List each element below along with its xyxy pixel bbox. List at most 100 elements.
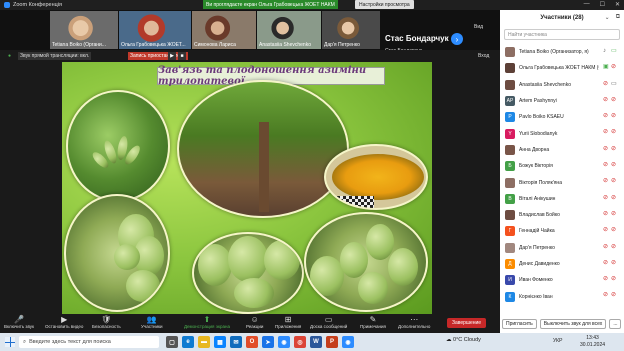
camera-off-icon[interactable]: ⊘ [611, 129, 618, 136]
participant-search-input[interactable]: Найти участника [504, 29, 620, 40]
chrome-icon[interactable]: ◎ [294, 336, 306, 348]
windows-taskbar: ⌕ Введите здесь текст для поиска ▢ e ▬ ▦ … [0, 333, 624, 351]
video-tile[interactable]: Tetiana Boiko (Органи... [50, 11, 118, 49]
camera-off-icon[interactable]: ⊘ [611, 244, 618, 251]
participant-row[interactable]: Ольга Грабовецька ЖОЕТ НАКМ (Ор... ▣⊘ [500, 60, 624, 76]
participant-row[interactable]: AP Artem Pashynnyi ⊘ ⊘ [500, 93, 624, 109]
mic-off-icon[interactable]: ⊘ [603, 227, 608, 234]
minimize-button[interactable]: — [584, 1, 590, 8]
avatar: P [505, 112, 515, 123]
stop-video-button[interactable]: ▶ Остановить видео [45, 315, 83, 329]
apps-button[interactable]: ⊞ Приложения [275, 315, 301, 329]
view-options-button[interactable]: Настройки просмотра [355, 0, 414, 9]
language-indicator[interactable]: УКР [553, 338, 562, 344]
weather-widget[interactable]: ☁ 0°C Cloudy [446, 337, 481, 343]
notes-button[interactable]: ✎ Примечания [360, 315, 386, 329]
mic-off-icon[interactable]: ⊘ [603, 146, 608, 153]
next-page-button[interactable]: › [451, 33, 463, 45]
video-tile[interactable]: Ольга Грабовецька ЖОЕТ... [119, 11, 191, 49]
stop-icon[interactable]: ■ [178, 52, 186, 60]
video-tile[interactable]: Симонова Лариса [192, 11, 256, 49]
camera-off-icon[interactable]: ⊘ [611, 227, 618, 234]
video-tile[interactable]: Anastasiia Shevchenko [257, 11, 321, 49]
participant-row[interactable]: Вікторія Поляк'яна ⊘ ⊘ [500, 174, 624, 190]
windows-start-icon[interactable] [5, 337, 15, 347]
view-button[interactable]: Вид [474, 24, 483, 30]
store-icon[interactable]: ▦ [214, 336, 226, 348]
explorer-icon[interactable]: ▬ [198, 336, 210, 348]
camera-off-icon[interactable]: ⊘ [611, 178, 618, 185]
end-meeting-button[interactable]: Завершение [447, 318, 487, 328]
unmute-button[interactable]: 🎤 Включить звук [4, 315, 34, 329]
participant-row[interactable]: В Віталі Анікушин ⊘ ⊘ [500, 191, 624, 207]
more-button[interactable]: ... [609, 319, 622, 329]
participant-name: Artem Pashynnyi [519, 98, 557, 105]
participant-row[interactable]: Tetiana Boiko (Организатор, я) ♪ ▭ [500, 44, 624, 60]
camera-off-icon[interactable]: ⊘ [611, 97, 618, 104]
participant-row[interactable]: Дар'я Петренко ⊘ ⊘ [500, 240, 624, 256]
invite-button[interactable]: Пригласить [502, 319, 537, 329]
mic-off-icon[interactable]: ⊘ [603, 178, 608, 185]
close-button[interactable]: ✕ [615, 1, 620, 8]
chevron-down-icon[interactable]: ⌄ [605, 14, 610, 21]
mic-off-icon[interactable]: ⊘ [603, 211, 608, 218]
telegram-icon[interactable]: ➤ [262, 336, 274, 348]
taskbar-search-input[interactable]: ⌕ Введите здесь текст для поиска [19, 336, 159, 348]
participant-row[interactable]: Анна Дворна ⊘ ⊘ [500, 142, 624, 158]
participant-row[interactable]: P Pavlo Boiko KSAEU ⊘ ⊘ [500, 109, 624, 125]
mic-off-icon[interactable]: ⊘ [603, 113, 608, 120]
camera-off-icon[interactable]: ⊘ [611, 276, 618, 283]
mic-off-icon[interactable]: ⊘ [603, 260, 608, 267]
mail-icon[interactable]: ✉ [230, 336, 242, 348]
whiteboard-button[interactable]: ▭ Доска сообщений [310, 315, 347, 329]
people-icon: 👥 [146, 315, 157, 324]
maximize-button[interactable]: ☐ [600, 1, 605, 8]
camera-off-icon[interactable]: ⊘ [611, 146, 618, 153]
mic-off-icon: 🎤 [14, 315, 24, 324]
reactions-button[interactable]: ☺ Реакции [246, 315, 263, 329]
security-button[interactable]: 🛡 Безопасность [92, 315, 121, 329]
mic-off-icon[interactable]: ⊘ [603, 292, 608, 299]
participants-button[interactable]: 👥 Участники [141, 315, 163, 329]
task-view-icon[interactable]: ▢ [166, 336, 178, 348]
mic-off-icon[interactable]: ⊘ [603, 81, 608, 88]
participant-row[interactable]: Б Божук Вікторія ⊘ ⊘ [500, 158, 624, 174]
video-tile[interactable]: Дар'я Петренко [322, 11, 380, 49]
mic-icon[interactable]: ♪ [603, 48, 608, 55]
play-icon[interactable]: ▶ [168, 52, 176, 60]
mic-off-icon[interactable]: ⊘ [603, 129, 608, 136]
participant-row[interactable]: Г Геннадій Чайка ⊘ ⊘ [500, 223, 624, 239]
mute-all-button[interactable]: Выключить звук для всех [539, 319, 607, 329]
powerpoint-icon[interactable]: P [326, 336, 338, 348]
camera-off-icon[interactable]: ⊘ [611, 260, 618, 267]
participant-row[interactable]: Владислав Бойко ⊘ ⊘ [500, 207, 624, 223]
camera-off-icon[interactable]: ⊘ [611, 113, 618, 120]
camera-off-icon[interactable]: ⊘ [611, 211, 618, 218]
more-button[interactable]: ⋯ Дополнительно [398, 315, 430, 329]
camera-off-icon[interactable]: ⊘ [611, 195, 618, 202]
avatar [505, 242, 515, 253]
participant-row[interactable]: Y Yurii Slobodianyk ⊘ ⊘ [500, 125, 624, 141]
participant-row[interactable]: Д Денис Давиденко ⊘ ⊘ [500, 256, 624, 272]
system-clock[interactable]: 13:43 30.01.2024 [580, 335, 605, 349]
zoom-icon[interactable]: ◉ [278, 336, 290, 348]
participant-row[interactable]: И Иван Фоменко ⊘ ⊘ [500, 272, 624, 288]
mic-off-icon[interactable]: ⊘ [603, 97, 608, 104]
mic-off-icon[interactable]: ⊘ [603, 162, 608, 169]
camera-off-icon[interactable]: ⊘ [611, 292, 618, 299]
mic-off-icon[interactable]: ⊘ [603, 195, 608, 202]
zoom-app-icon[interactable]: ◉ [342, 336, 354, 348]
participant-row[interactable]: К Корнієнко Іван ⊘ ⊘ [500, 288, 624, 304]
mic-off-icon[interactable]: ⊘ [603, 276, 608, 283]
office-icon[interactable]: O [246, 336, 258, 348]
edge-icon[interactable]: e [182, 336, 194, 348]
popout-icon[interactable]: ⧉ [616, 14, 620, 21]
share-screen-button[interactable]: ⬆ Демонстрация экрана [184, 315, 230, 329]
camera-icon[interactable]: ▭ [611, 48, 618, 55]
participant-row[interactable]: Anastasiia Shevchenko ⊘ ▭ [500, 77, 624, 93]
camera-off-icon[interactable]: ⊘ [611, 162, 618, 169]
camera-icon[interactable]: ▭ [611, 81, 618, 88]
mic-off-icon[interactable]: ⊘ [611, 64, 618, 71]
mic-off-icon[interactable]: ⊘ [603, 244, 608, 251]
word-icon[interactable]: W [310, 336, 322, 348]
